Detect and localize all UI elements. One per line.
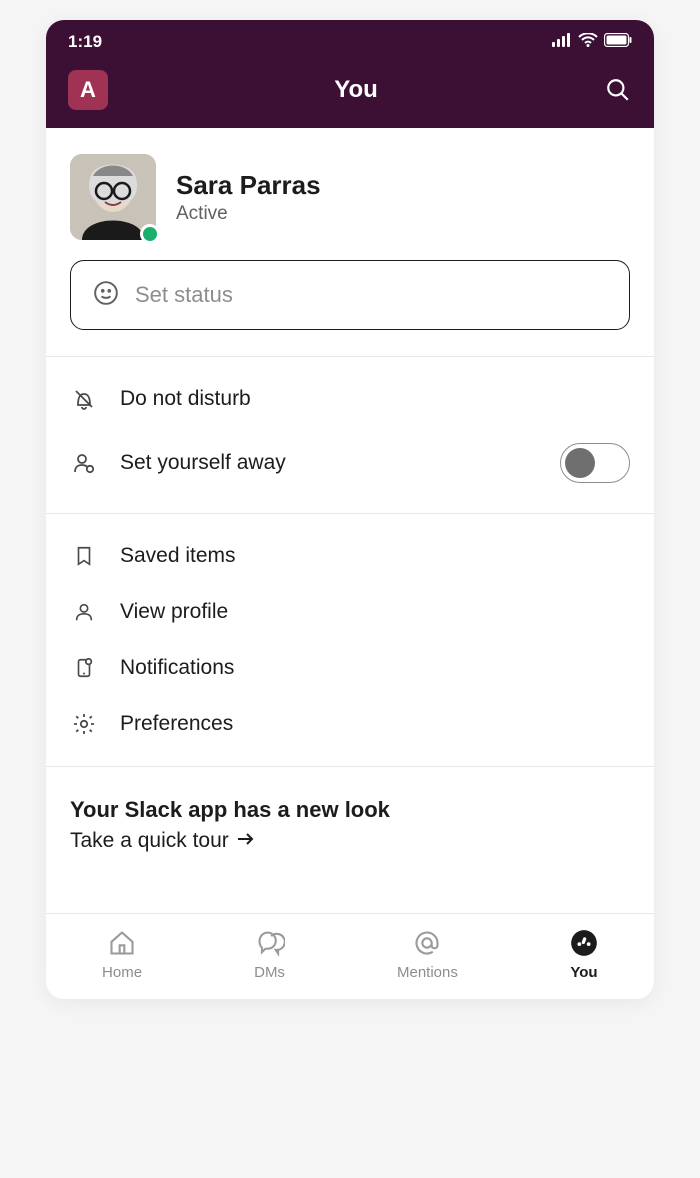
tab-you[interactable]: You (570, 928, 598, 981)
you-icon (570, 928, 598, 958)
preferences-row[interactable]: Preferences (46, 696, 654, 752)
notifications-row[interactable]: Notifications (46, 640, 654, 696)
clock: 1:19 (68, 32, 102, 52)
promo-title: Your Slack app has a new look (70, 797, 630, 823)
battery-icon (604, 32, 632, 52)
page-title: You (334, 76, 378, 104)
toggle-knob (565, 448, 595, 478)
promo-link[interactable]: Take a quick tour (70, 829, 630, 853)
tab-mentions[interactable]: Mentions (397, 928, 458, 981)
promo-section: Your Slack app has a new look Take a qui… (46, 767, 654, 913)
avatar-wrap (70, 154, 156, 240)
home-icon (108, 928, 136, 958)
arrow-right-icon (237, 829, 255, 853)
tab-home[interactable]: Home (102, 928, 142, 981)
gear-icon (70, 712, 98, 736)
bottom-tab-bar: Home DMs Mentions You (46, 913, 654, 999)
bookmark-icon (70, 544, 98, 568)
do-not-disturb-label: Do not disturb (120, 387, 630, 411)
bell-off-icon (70, 387, 98, 411)
tab-dms[interactable]: DMs (254, 928, 285, 981)
saved-items-row[interactable]: Saved items (46, 528, 654, 584)
tab-you-label: You (570, 964, 597, 981)
status-indicators (552, 32, 632, 52)
set-status-input[interactable]: Set status (70, 260, 630, 330)
notifications-label: Notifications (120, 656, 630, 680)
search-icon (605, 77, 631, 103)
search-button[interactable] (604, 76, 632, 104)
view-profile-row[interactable]: View profile (46, 584, 654, 640)
device-frame: 1:19 A You (46, 20, 654, 999)
phone-notification-icon (70, 656, 98, 680)
dms-icon (255, 928, 285, 958)
signal-icon (552, 32, 572, 52)
at-icon (413, 928, 441, 958)
presence-indicator (140, 224, 160, 244)
tab-home-label: Home (102, 964, 142, 981)
away-toggle[interactable] (560, 443, 630, 483)
status-bar: 1:19 (46, 20, 654, 60)
profile-presence-text: Active (176, 203, 321, 225)
tab-dms-label: DMs (254, 964, 285, 981)
workspace-badge[interactable]: A (68, 70, 108, 110)
smile-icon (93, 280, 119, 311)
set-away-label: Set yourself away (120, 451, 538, 475)
wifi-icon (578, 32, 598, 52)
presence-away-icon (70, 451, 98, 475)
tab-mentions-label: Mentions (397, 964, 458, 981)
preferences-label: Preferences (120, 712, 630, 736)
profile-name: Sara Parras (176, 170, 321, 201)
workspace-initial: A (80, 77, 96, 103)
set-status-placeholder: Set status (135, 282, 233, 308)
header: A You (46, 60, 654, 128)
profile-section[interactable]: Sara Parras Active (46, 128, 654, 260)
saved-items-label: Saved items (120, 544, 630, 568)
person-icon (70, 600, 98, 624)
set-away-row[interactable]: Set yourself away (46, 427, 654, 499)
do-not-disturb-row[interactable]: Do not disturb (46, 371, 654, 427)
view-profile-label: View profile (120, 600, 630, 624)
promo-link-text: Take a quick tour (70, 829, 229, 853)
